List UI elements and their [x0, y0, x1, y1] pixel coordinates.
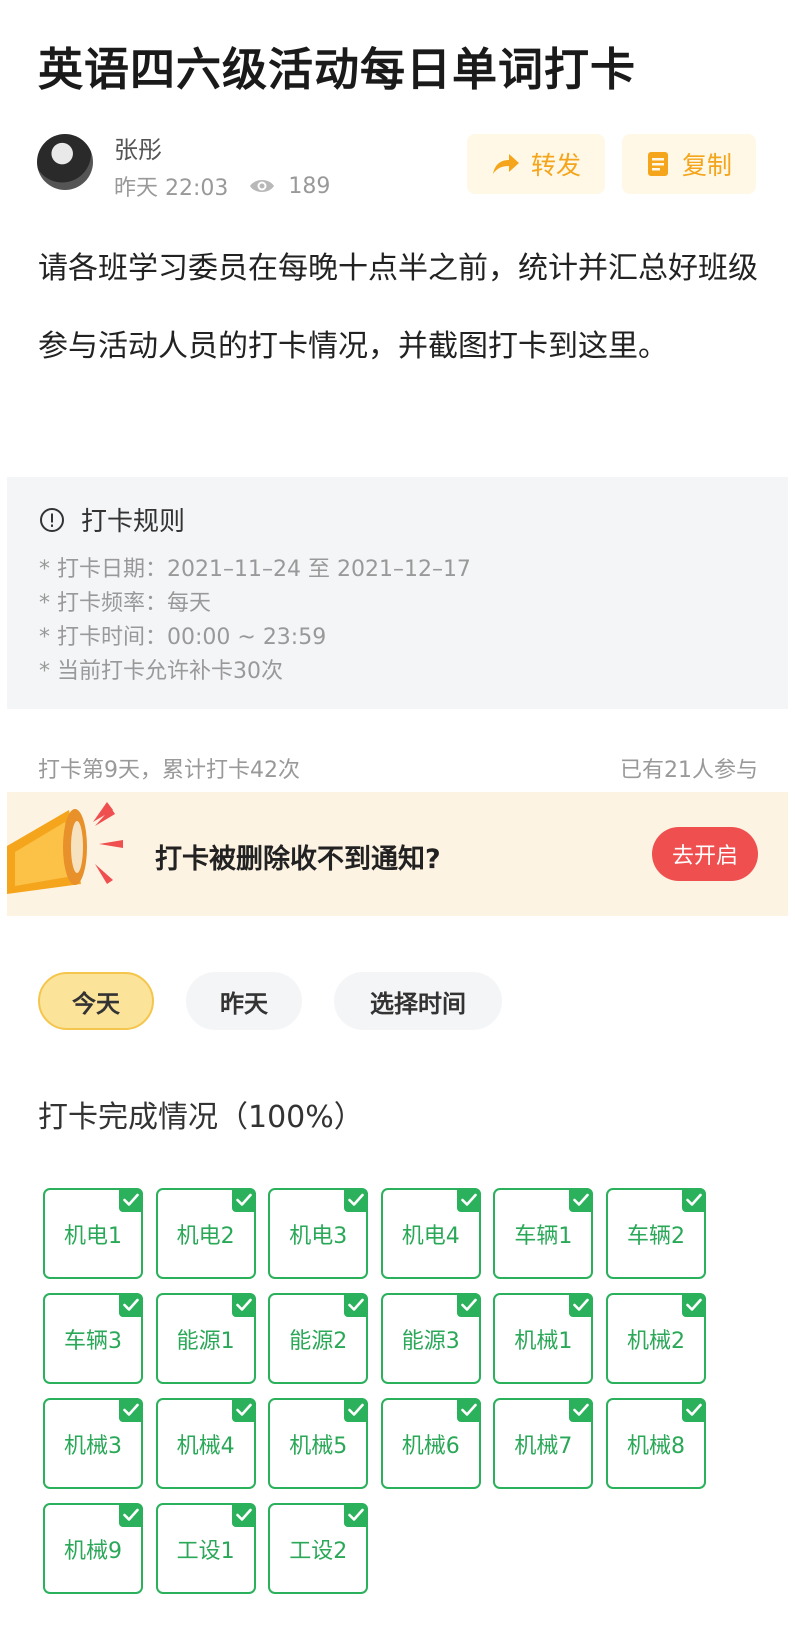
tab-select-time[interactable]: 选择时间	[334, 972, 502, 1030]
eye-icon	[248, 175, 276, 197]
tab-today[interactable]: 今天	[38, 972, 154, 1030]
share-label: 转发	[530, 151, 581, 180]
class-checkin-cell[interactable]: 车辆2	[606, 1188, 706, 1279]
class-checkin-cell[interactable]: 机械8	[606, 1398, 706, 1489]
class-checkin-cell[interactable]: 机电2	[155, 1188, 256, 1279]
class-checkin-cell[interactable]: 能源1	[155, 1293, 256, 1384]
check-icon	[456, 1398, 481, 1422]
page-title: 英语四六级活动每日单词打卡	[38, 43, 637, 96]
rule-time: * 打卡时间：00:00 ~ 23:59	[39, 625, 327, 650]
class-name: 车辆1	[514, 1223, 573, 1249]
class-name: 机电2	[176, 1223, 235, 1249]
completion-title: 打卡完成情况（100%）	[38, 1100, 364, 1135]
class-checkin-cell[interactable]: 机械7	[493, 1398, 594, 1489]
rule-date: * 打卡日期：2021–11–24 至 2021–12–17	[39, 557, 471, 582]
check-icon	[344, 1188, 369, 1212]
class-checkin-cell[interactable]: 工设2	[268, 1503, 369, 1594]
share-arrow-icon	[492, 154, 519, 174]
post-description: 请各班学习委员在每晚十点半之前，统计并汇总好班级参与活动人员的打卡情况，并截图打…	[38, 251, 758, 364]
copy-label: 复制	[681, 151, 732, 180]
class-name: 机电1	[64, 1223, 122, 1249]
check-icon	[231, 1503, 256, 1527]
check-icon	[456, 1293, 481, 1317]
class-checkin-cell[interactable]: 机电4	[380, 1188, 481, 1279]
class-checkin-cell[interactable]: 机械5	[268, 1398, 369, 1489]
class-name: 工设1	[176, 1538, 235, 1564]
notification-banner: 打卡被删除收不到通知? 去开启	[7, 792, 788, 916]
copy-button[interactable]: 复制	[622, 134, 756, 194]
class-name: 车辆3	[64, 1328, 122, 1354]
check-icon	[344, 1503, 369, 1527]
share-button[interactable]: 转发	[467, 134, 605, 194]
class-name: 机械1	[514, 1328, 573, 1354]
class-name: 能源3	[401, 1328, 460, 1354]
class-name: 机械5	[289, 1433, 348, 1459]
banner-text: 打卡被删除收不到通知?	[155, 844, 441, 875]
check-icon	[682, 1398, 706, 1422]
copy-icon	[647, 152, 668, 176]
author-name[interactable]: 张彤	[114, 130, 162, 165]
check-icon	[119, 1398, 143, 1422]
class-checkin-cell[interactable]: 机械1	[493, 1293, 594, 1384]
rules-panel: 打卡规则 * 打卡日期：2021–11–24 至 2021–12–17 * 打卡…	[7, 477, 788, 709]
avatar[interactable]	[37, 134, 93, 190]
class-checkin-cell[interactable]: 机械6	[380, 1398, 481, 1489]
class-name: 机械4	[176, 1433, 235, 1459]
check-icon	[569, 1398, 594, 1422]
check-icon	[231, 1293, 256, 1317]
check-icon	[456, 1188, 481, 1212]
check-icon	[119, 1188, 143, 1212]
rules-title: 打卡规则	[81, 507, 186, 537]
class-checkin-cell[interactable]: 工设1	[155, 1503, 256, 1594]
class-checkin-cell[interactable]: 机械9	[43, 1503, 143, 1594]
class-name: 能源1	[176, 1328, 235, 1354]
post-meta: 昨天 22:03 189	[114, 170, 330, 202]
class-checkin-cell[interactable]: 机电1	[43, 1188, 143, 1279]
check-icon	[119, 1293, 143, 1317]
check-icon	[682, 1188, 706, 1212]
megaphone-icon	[7, 802, 123, 894]
class-name: 机械2	[627, 1328, 685, 1354]
class-checkin-cell[interactable]: 车辆1	[493, 1188, 594, 1279]
tab-yesterday[interactable]: 昨天	[186, 972, 302, 1030]
rule-frequency: * 打卡频率：每天	[39, 591, 211, 616]
class-name: 能源2	[289, 1328, 348, 1354]
class-checkin-cell[interactable]: 机械2	[606, 1293, 706, 1384]
checkin-stats: 打卡第9天，累计打卡42次	[38, 758, 300, 783]
class-name: 机械3	[64, 1433, 122, 1459]
info-icon	[40, 507, 64, 532]
class-name: 机电3	[289, 1223, 348, 1249]
participant-count: 已有21人参与	[620, 758, 758, 783]
class-name: 机械8	[627, 1433, 685, 1459]
class-checkin-cell[interactable]: 能源3	[380, 1293, 481, 1384]
check-icon	[682, 1293, 706, 1317]
rule-makeup: * 当前打卡允许补卡30次	[39, 659, 283, 684]
class-name: 机电4	[401, 1223, 460, 1249]
class-name: 工设2	[289, 1538, 348, 1564]
class-checkin-cell[interactable]: 机械3	[43, 1398, 143, 1489]
rules-heading: 打卡规则	[39, 501, 185, 538]
check-icon	[344, 1398, 369, 1422]
post-time: 昨天 22:03	[114, 176, 229, 201]
class-checkin-cell[interactable]: 机械4	[155, 1398, 256, 1489]
class-checkin-cell[interactable]: 车辆3	[43, 1293, 143, 1384]
class-checkin-cell[interactable]: 机电3	[268, 1188, 369, 1279]
view-count: 189	[288, 173, 331, 199]
check-icon	[119, 1503, 143, 1527]
class-name: 机械7	[514, 1433, 573, 1459]
class-name: 车辆2	[627, 1223, 685, 1249]
class-name: 机械9	[64, 1538, 122, 1564]
enable-notification-button[interactable]: 去开启	[652, 827, 758, 881]
check-icon	[569, 1188, 594, 1212]
check-icon	[344, 1293, 369, 1317]
check-icon	[231, 1188, 256, 1212]
class-name: 机械6	[401, 1433, 460, 1459]
check-icon	[231, 1398, 256, 1422]
check-icon	[569, 1293, 594, 1317]
class-checkin-cell[interactable]: 能源2	[268, 1293, 369, 1384]
